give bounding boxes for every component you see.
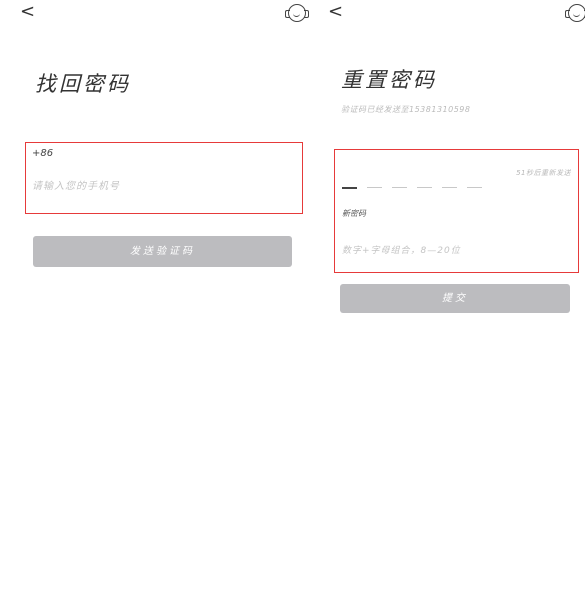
send-code-button[interactable]: 发送验证码	[33, 236, 292, 267]
phone-input-highlight: +86 请输入您的手机号	[25, 142, 303, 214]
find-password-screen: < 找回密码 +86 请输入您的手机号 发送验证码	[0, 0, 312, 596]
back-icon[interactable]: <	[20, 1, 35, 23]
code-slot-3[interactable]	[392, 187, 407, 188]
code-slot-4[interactable]	[417, 187, 432, 188]
customer-service-icon[interactable]	[285, 4, 309, 22]
new-password-label: 新密码	[342, 209, 366, 218]
reset-form-highlight: 51秒后重新发送 新密码 数字+字母组合，8—20位	[334, 149, 579, 273]
code-slot-6[interactable]	[467, 187, 482, 188]
code-slot-5[interactable]	[442, 187, 457, 188]
reset-password-screen: < 重置密码 验证码已经发送至15381310598 51秒后重新发送 新密码 …	[318, 0, 585, 596]
back-icon[interactable]: <	[328, 1, 343, 23]
phone-input[interactable]: 请输入您的手机号	[32, 177, 120, 192]
new-password-input[interactable]: 数字+字母组合，8—20位	[342, 243, 461, 256]
code-slot-1[interactable]	[342, 187, 357, 189]
submit-button[interactable]: 提交	[340, 284, 570, 313]
country-code[interactable]: +86	[32, 148, 53, 159]
code-slot-2[interactable]	[367, 187, 382, 188]
page-title: 重置密码	[341, 68, 437, 92]
resend-countdown[interactable]: 51秒后重新发送	[516, 168, 571, 178]
code-sent-message: 验证码已经发送至15381310598	[341, 105, 471, 114]
page-title: 找回密码	[35, 72, 131, 96]
customer-service-icon[interactable]	[565, 4, 585, 22]
